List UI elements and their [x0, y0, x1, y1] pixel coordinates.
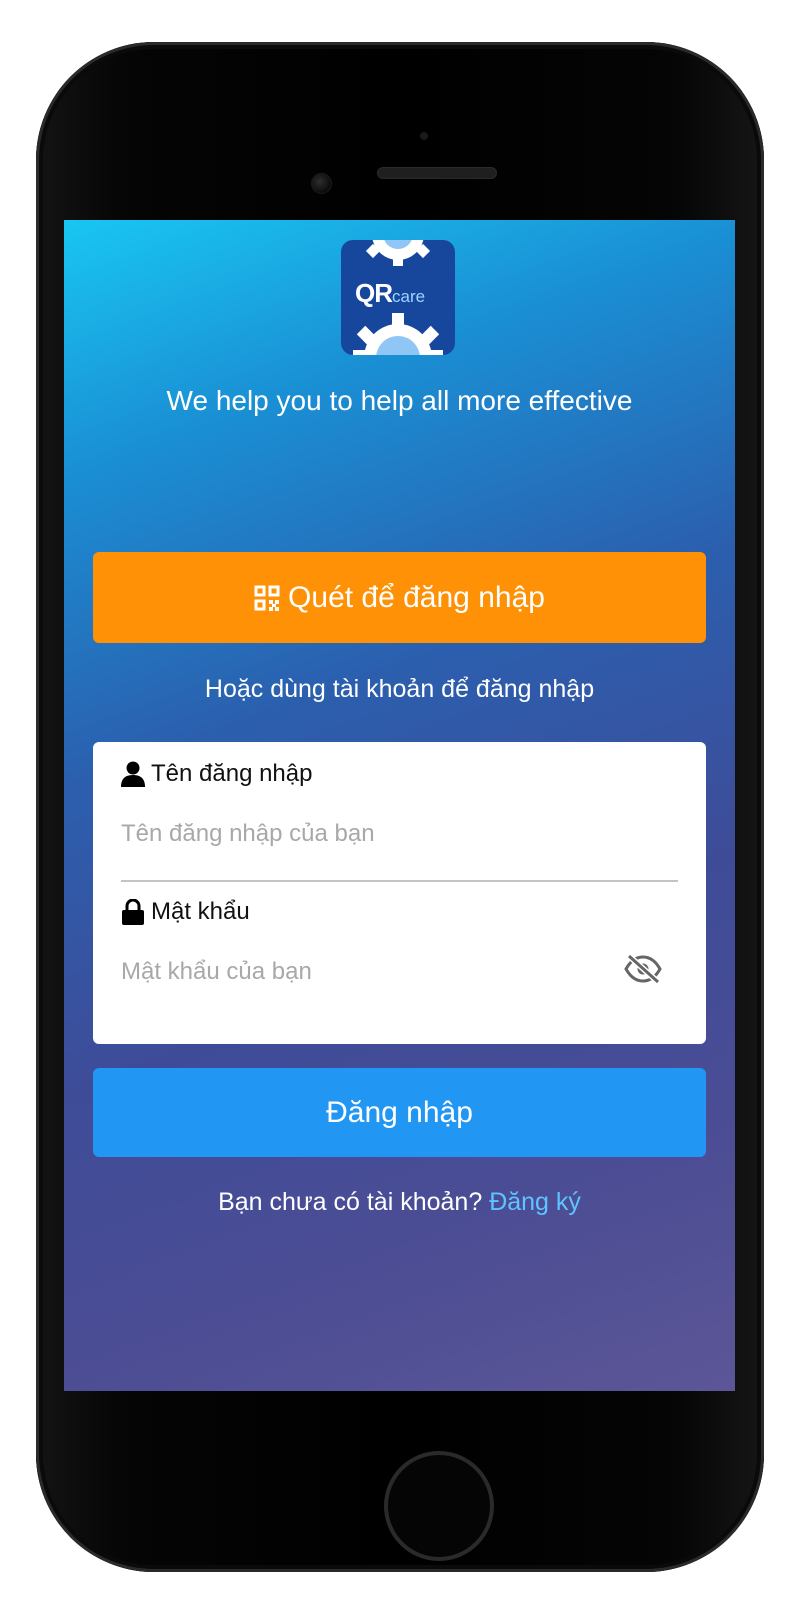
password-input[interactable] — [121, 952, 601, 992]
logo-wordmark: QRcare — [355, 278, 425, 309]
signup-link[interactable]: Đăng ký — [489, 1188, 581, 1216]
logo-text-sub: care — [392, 287, 426, 306]
login-screen: QRcare We help you to help all more effe… — [64, 220, 735, 1391]
password-label-text: Mật khẩu — [151, 898, 250, 925]
home-button[interactable] — [384, 1451, 494, 1561]
logo-text-main: QR — [355, 278, 393, 308]
field-divider — [121, 880, 678, 882]
login-button[interactable]: Đăng nhập — [93, 1068, 706, 1157]
user-icon — [121, 761, 145, 787]
lock-icon — [122, 899, 144, 925]
earpiece-speaker — [377, 167, 497, 179]
scan-button-label: Quét để đăng nhập — [288, 580, 545, 614]
toggle-password-visibility[interactable] — [624, 953, 662, 989]
signup-row: Bạn chưa có tài khoản? Đăng ký — [64, 1188, 735, 1217]
qr-code-icon — [254, 585, 280, 611]
scan-to-login-button[interactable]: Quét để đăng nhập — [93, 552, 706, 643]
proximity-sensor — [420, 132, 428, 140]
username-label-text: Tên đăng nhập — [151, 760, 313, 787]
username-input[interactable] — [121, 814, 651, 854]
tagline: We help you to help all more effective — [166, 385, 633, 416]
login-button-label: Đăng nhập — [326, 1095, 473, 1129]
signup-prompt: Bạn chưa có tài khoản? — [218, 1188, 483, 1216]
eye-off-icon — [624, 953, 662, 985]
app-logo: QRcare — [341, 240, 455, 355]
alternate-login-text: Hoặc dùng tài khoản để đăng nhập — [204, 675, 595, 703]
username-label: Tên đăng nhập — [121, 760, 312, 788]
password-label: Mật khẩu — [121, 898, 250, 926]
front-camera — [311, 173, 332, 194]
login-form: Tên đăng nhập Mật khẩu — [93, 742, 706, 1044]
